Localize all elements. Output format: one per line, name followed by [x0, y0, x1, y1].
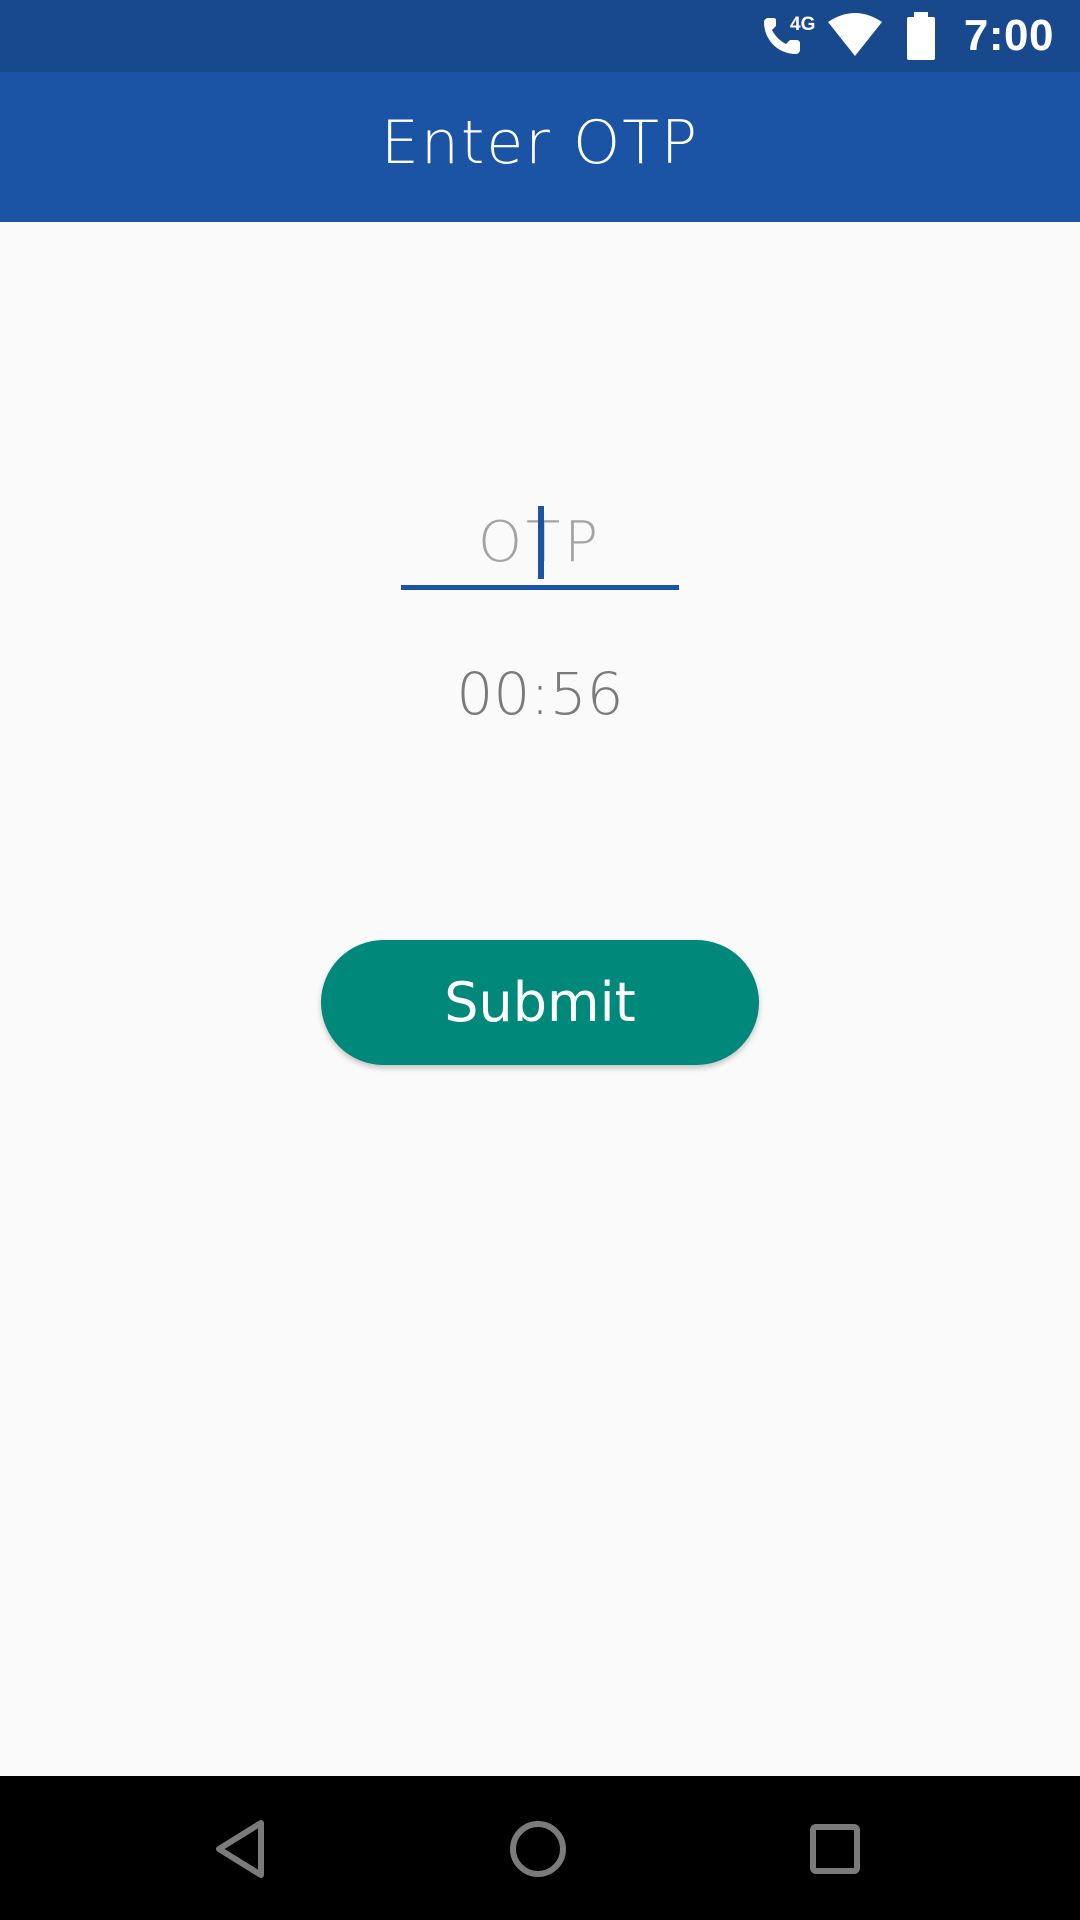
countdown-timer: 00:56	[456, 660, 624, 728]
home-icon	[510, 1821, 566, 1877]
home-button[interactable]	[493, 1804, 583, 1894]
wifi-icon	[826, 12, 884, 60]
submit-button[interactable]: Submit	[321, 940, 759, 1065]
status-time: 7:00	[963, 11, 1054, 60]
recent-apps-button[interactable]	[790, 1804, 880, 1894]
battery-icon	[904, 12, 938, 60]
app-bar: Enter OTP	[0, 72, 1080, 222]
text-cursor	[538, 506, 544, 579]
network-type-label: 4G	[790, 14, 815, 35]
status-bar: 4G 7:00	[0, 0, 1080, 72]
page-title: Enter OTP	[380, 108, 700, 178]
navigation-bar	[0, 1776, 1080, 1920]
recent-apps-icon	[810, 1824, 860, 1874]
otp-underline	[401, 585, 679, 590]
back-button[interactable]	[196, 1804, 286, 1894]
call-4g-icon: 4G	[760, 10, 816, 62]
back-icon	[216, 1820, 264, 1878]
